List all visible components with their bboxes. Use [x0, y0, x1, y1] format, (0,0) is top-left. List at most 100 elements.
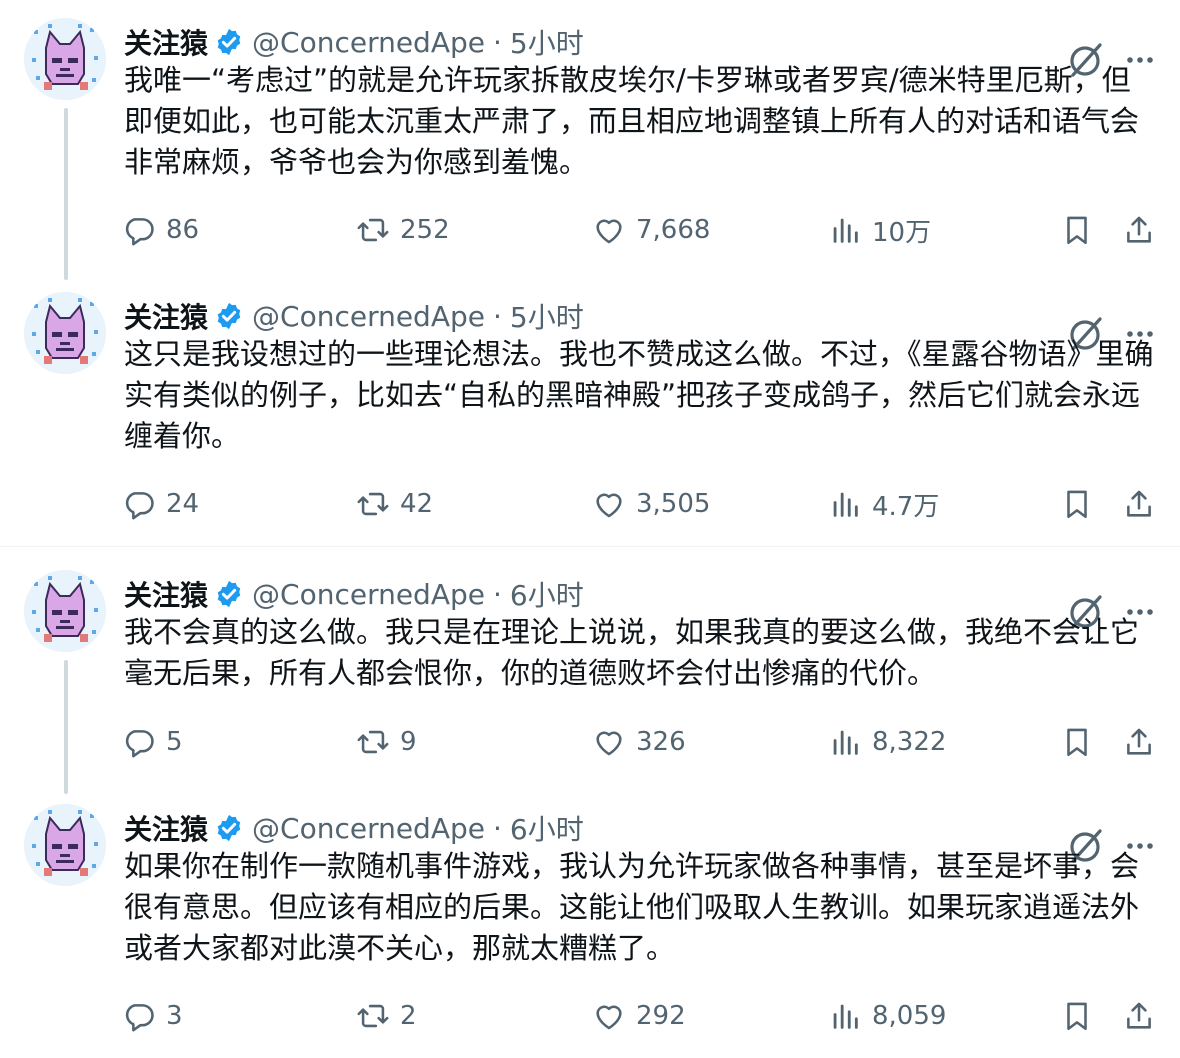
like-button[interactable]: 326: [592, 720, 686, 764]
views-button[interactable]: 10万: [828, 208, 931, 252]
timestamp[interactable]: 6小时: [510, 808, 584, 848]
handle[interactable]: @ConcernedApe: [252, 578, 485, 611]
handle[interactable]: @ConcernedApe: [252, 26, 485, 59]
tweet-header: 关注猿 @ConcernedApe · 6小时: [124, 574, 584, 614]
action-bar: 86 252 7,668 10万: [0, 208, 1180, 252]
reply-count: 86: [166, 215, 200, 245]
reply-button[interactable]: 24: [122, 482, 199, 526]
avatar[interactable]: [24, 804, 106, 886]
retweet-button[interactable]: 252: [356, 208, 450, 252]
avatar[interactable]: [24, 570, 106, 652]
like-count: 292: [636, 1001, 686, 1031]
handle[interactable]: @ConcernedApe: [252, 812, 485, 845]
tweet[interactable]: 关注猿 @ConcernedApe · 6小时 如果你在制作一款随机事件游戏，我…: [0, 804, 1180, 1054]
like-button[interactable]: 7,668: [592, 208, 710, 252]
like-count: 7,668: [636, 215, 711, 245]
views-icon: [833, 730, 858, 755]
handle[interactable]: @ConcernedApe: [252, 300, 485, 333]
bookmark-icon: [1067, 728, 1087, 757]
pixel-cat-avatar: [24, 18, 106, 100]
action-bar: 5 9 326 8,322: [0, 720, 1180, 764]
bookmark-button[interactable]: [1060, 208, 1094, 252]
display-name[interactable]: 关注猿: [124, 22, 208, 62]
share-button[interactable]: [1122, 994, 1156, 1038]
views-count: 8,322: [872, 727, 947, 757]
timestamp[interactable]: 5小时: [510, 296, 584, 336]
reply-button[interactable]: 5: [122, 720, 183, 764]
like-icon: [596, 219, 622, 244]
reply-count: 3: [166, 1001, 183, 1031]
share-button[interactable]: [1122, 208, 1156, 252]
like-count: 326: [636, 727, 686, 757]
retweet-button[interactable]: 42: [356, 482, 433, 526]
reply-icon: [125, 218, 154, 246]
retweet-count: 42: [400, 489, 434, 519]
action-bar: 24 42 3,505 4.7万: [0, 482, 1180, 526]
verified-badge-icon: [217, 302, 241, 330]
retweet-button[interactable]: 2: [356, 994, 417, 1038]
tweet-text: 我不会真的这么做。我只是在理论上说说，如果我真的要这么做，我绝不会让它毫无后果，…: [124, 615, 1140, 690]
like-button[interactable]: 292: [592, 994, 686, 1038]
reply-button[interactable]: 86: [122, 208, 199, 252]
reply-icon: [125, 492, 154, 520]
reply-icon: [125, 730, 154, 758]
pixel-cat-avatar: [24, 804, 106, 886]
pixel-cat-avatar: [24, 292, 106, 374]
share-icon: [1127, 216, 1151, 243]
timestamp[interactable]: 6小时: [510, 574, 584, 614]
views-count: 8,059: [872, 1001, 947, 1031]
views-button[interactable]: 8,322: [828, 720, 946, 764]
tweet-header: 关注猿 @ConcernedApe · 6小时: [124, 808, 584, 848]
views-button[interactable]: 4.7万: [828, 482, 939, 526]
share-button[interactable]: [1122, 720, 1156, 764]
action-bar: 3 2 292 8,059: [0, 994, 1180, 1038]
avatar[interactable]: [24, 292, 106, 374]
retweet-icon: [357, 218, 389, 242]
retweet-button[interactable]: 9: [356, 720, 417, 764]
display-name[interactable]: 关注猿: [124, 574, 208, 614]
reply-button[interactable]: 3: [122, 994, 183, 1038]
like-button[interactable]: 3,505: [592, 482, 710, 526]
share-icon: [1127, 1002, 1151, 1029]
like-icon: [596, 1005, 622, 1030]
retweet-icon: [357, 1004, 389, 1028]
bookmark-button[interactable]: [1060, 994, 1094, 1038]
thread-divider: [0, 546, 1180, 547]
tweet-text: 我唯一“考虑过”的就是允许玩家拆散皮埃尔/卡罗琳或者罗宾/德米特里厄斯，但即便如…: [124, 63, 1140, 179]
bookmark-button[interactable]: [1060, 482, 1094, 526]
avatar[interactable]: [24, 18, 106, 100]
tweet[interactable]: 关注猿 @ConcernedApe · 5小时 这只是我设想过的一些理论想法。我…: [0, 292, 1180, 542]
reply-icon: [125, 1004, 154, 1032]
retweet-icon: [357, 492, 389, 516]
tweet-text: 这只是我设想过的一些理论想法。我也不赞成这么做。不过，《星露谷物语》里确实有类似…: [124, 337, 1154, 453]
tweet-header: 关注猿 @ConcernedApe · 5小时: [124, 296, 584, 336]
bookmark-icon: [1067, 1002, 1087, 1031]
pixel-cat-avatar: [24, 570, 106, 652]
retweet-count: 252: [400, 215, 450, 245]
reply-count: 24: [166, 489, 200, 519]
display-name[interactable]: 关注猿: [124, 296, 208, 336]
separator-dot: ·: [492, 299, 502, 333]
views-icon: [833, 218, 858, 243]
timestamp[interactable]: 5小时: [510, 22, 584, 62]
bookmark-button[interactable]: [1060, 720, 1094, 764]
display-name[interactable]: 关注猿: [124, 808, 208, 848]
verified-badge-icon: [217, 580, 241, 608]
views-icon: [833, 1004, 858, 1029]
tweet[interactable]: 关注猿 @ConcernedApe · 5小时 我唯一“考虑过”的就是允许玩家拆…: [0, 18, 1180, 280]
verified-badge-icon: [217, 28, 241, 56]
views-count: 10万: [872, 217, 932, 248]
separator-dot: ·: [492, 25, 502, 59]
tweet[interactable]: 关注猿 @ConcernedApe · 6小时 我不会真的这么做。我只是在理论上…: [0, 570, 1180, 794]
views-button[interactable]: 8,059: [828, 994, 946, 1038]
retweet-icon: [357, 730, 389, 754]
bookmark-icon: [1067, 216, 1087, 245]
retweet-count: 9: [400, 727, 417, 757]
views-count: 4.7万: [872, 491, 940, 522]
like-count: 3,505: [636, 489, 711, 519]
share-icon: [1127, 728, 1151, 755]
separator-dot: ·: [492, 577, 502, 611]
verified-badge-icon: [217, 814, 241, 842]
reply-count: 5: [166, 727, 183, 757]
share-button[interactable]: [1122, 482, 1156, 526]
